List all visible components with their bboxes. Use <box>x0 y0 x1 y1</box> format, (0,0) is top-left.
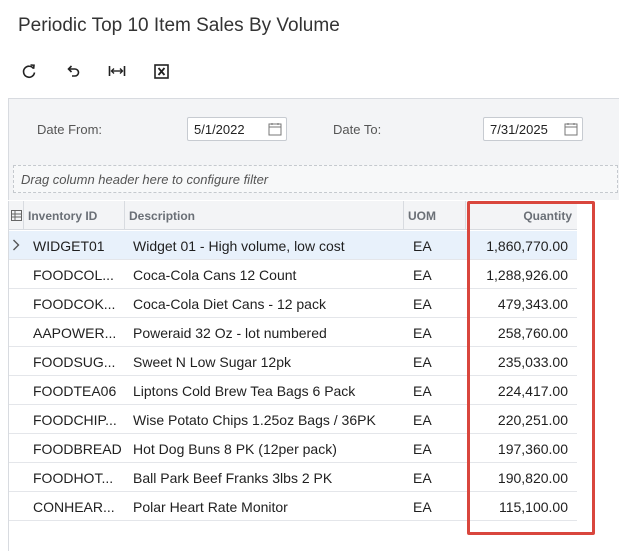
cell-uom: EA <box>413 382 432 399</box>
current-row-indicator-icon <box>13 239 20 251</box>
cell-uom: EA <box>413 440 432 457</box>
cell-uom: EA <box>413 324 432 341</box>
results-grid: Inventory ID Description UOM Quantity WI… <box>8 201 619 551</box>
cell-description: Widget 01 - High volume, low cost <box>133 237 345 254</box>
cell-inventory-id: FOODCHIP... <box>33 411 117 428</box>
cell-quantity: 235,033.00 <box>497 353 568 370</box>
table-row[interactable]: WIDGET01 Widget 01 - High volume, low cos… <box>9 231 577 260</box>
table-row[interactable]: FOODCOL... Coca-Cola Cans 12 Count EA 1,288… <box>9 260 577 289</box>
cell-description: Polar Heart Rate Monitor <box>133 498 288 515</box>
column-settings-button[interactable] <box>9 201 24 230</box>
cell-inventory-id: FOODTEA06 <box>33 382 117 399</box>
cell-uom: EA <box>413 411 432 428</box>
column-header-description[interactable]: Description <box>125 201 404 230</box>
fit-columns-icon <box>108 66 126 76</box>
cell-description: Liptons Cold Brew Tea Bags 6 Pack <box>133 382 356 399</box>
export-excel-button[interactable] <box>146 58 176 84</box>
cell-inventory-id: WIDGET01 <box>33 237 105 254</box>
cell-description: Coca-Cola Cans 12 Count <box>133 266 297 283</box>
refresh-button[interactable] <box>14 58 44 84</box>
date-from-value: 5/1/2022 <box>194 121 245 137</box>
cell-uom: EA <box>413 469 432 486</box>
column-chooser-icon <box>11 210 22 221</box>
excel-icon <box>153 63 169 79</box>
cell-description: Sweet N Low Sugar 12pk <box>133 353 291 370</box>
cell-uom: EA <box>413 353 432 370</box>
table-row[interactable]: CONHEAR... Polar Heart Rate Monitor EA 115,… <box>9 492 577 521</box>
cell-uom: EA <box>413 498 432 515</box>
cell-quantity: 258,760.00 <box>497 324 568 341</box>
table-row[interactable]: AAPOWER... Poweraid 32 Oz - lot numbered E… <box>9 318 577 347</box>
date-to-label: Date To: <box>333 122 382 137</box>
column-header-quantity[interactable]: Quantity <box>466 201 577 230</box>
calendar-icon[interactable] <box>268 122 282 136</box>
cell-quantity: 197,360.00 <box>497 440 568 457</box>
cell-description: Coca-Cola Diet Cans - 12 pack <box>133 295 326 312</box>
cell-description: Poweraid 32 Oz - lot numbered <box>133 324 327 341</box>
cell-description: Ball Park Beef Franks 3lbs 2 PK <box>133 469 333 486</box>
group-by-placeholder: Drag column header here to configure fil… <box>13 165 618 193</box>
page-title: Periodic Top 10 Item Sales By Volume <box>18 15 340 36</box>
table-row[interactable]: FOODCHIP... Wise Potato Chips 1.25oz Bags… <box>9 405 577 434</box>
grid-header: Inventory ID Description UOM Quantity <box>9 201 577 230</box>
cell-quantity: 224,417.00 <box>497 382 568 399</box>
cell-inventory-id: CONHEAR... <box>33 498 115 515</box>
cell-quantity: 479,343.00 <box>497 295 568 312</box>
table-row[interactable]: FOODHOT... Ball Park Beef Franks 3lbs 2 P… <box>9 463 577 492</box>
filter-panel: Date From: 5/1/2022 Date To: 7/31/2025 <box>8 98 619 158</box>
cell-description: Hot Dog Buns 8 PK (12per pack) <box>133 440 337 457</box>
cell-uom: EA <box>413 295 432 312</box>
table-row[interactable]: FOODBREAD Hot Dog Buns 8 PK (12per pack) E… <box>9 434 577 463</box>
cell-quantity: 220,251.00 <box>497 411 568 428</box>
column-header-uom[interactable]: UOM <box>404 201 466 230</box>
cell-quantity: 190,820.00 <box>497 469 568 486</box>
group-by-area[interactable]: Drag column header here to configure fil… <box>8 158 619 200</box>
date-to-value: 7/31/2025 <box>490 121 548 137</box>
cell-inventory-id: FOODCOL... <box>33 266 114 283</box>
date-from-label: Date From: <box>37 122 103 137</box>
refresh-icon <box>22 64 36 79</box>
undo-icon <box>67 65 80 77</box>
cell-inventory-id: FOODBREAD <box>33 440 122 457</box>
table-row[interactable]: FOODTEA06 Liptons Cold Brew Tea Bags 6 Pa… <box>9 376 577 405</box>
cell-inventory-id: FOODSUG... <box>33 353 116 370</box>
cell-description: Wise Potato Chips 1.25oz Bags / 36PK <box>133 411 376 428</box>
cell-inventory-id: FOODHOT... <box>33 469 114 486</box>
date-to-field[interactable]: 7/31/2025 <box>483 117 583 141</box>
undo-button[interactable] <box>58 58 88 84</box>
table-row[interactable]: FOODCOK... Coca-Cola Diet Cans - 12 pack E… <box>9 289 577 318</box>
cell-uom: EA <box>413 237 432 254</box>
cell-inventory-id: AAPOWER... <box>33 324 117 341</box>
column-header-inventory-id[interactable]: Inventory ID <box>24 201 125 230</box>
cell-quantity: 1,860,770.00 <box>486 237 568 254</box>
fit-to-screen-button[interactable] <box>102 58 132 84</box>
table-row[interactable]: FOODSUG... Sweet N Low Sugar 12pk EA 235,03… <box>9 347 577 376</box>
calendar-icon[interactable] <box>564 122 578 136</box>
cell-quantity: 1,288,926.00 <box>486 266 568 283</box>
toolbar <box>14 58 190 84</box>
cell-uom: EA <box>413 266 432 283</box>
date-from-field[interactable]: 5/1/2022 <box>187 117 287 141</box>
cell-inventory-id: FOODCOK... <box>33 295 116 312</box>
cell-quantity: 115,100.00 <box>498 498 568 515</box>
